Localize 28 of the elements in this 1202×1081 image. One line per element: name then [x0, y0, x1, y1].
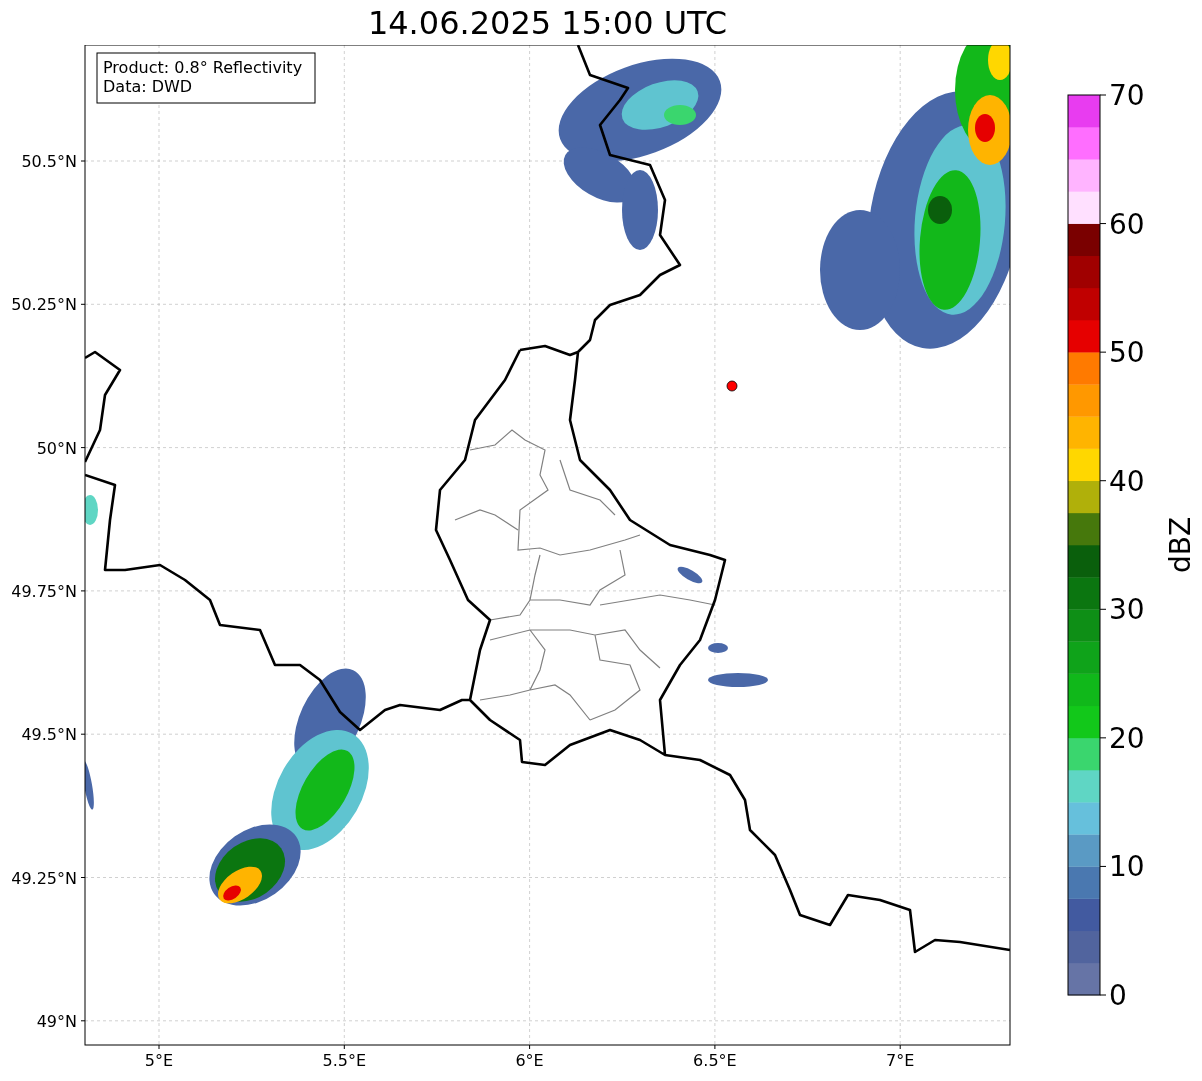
latitude-label: 49.5°N	[21, 725, 77, 745]
colorbar-tick-label: 0	[1109, 979, 1127, 1012]
colorbar-tick-label: 70	[1109, 79, 1145, 112]
latitude-label: 49°N	[36, 1011, 77, 1031]
colorbar-label: dBZ	[1164, 516, 1197, 574]
latitude-label: 50°N	[36, 438, 77, 458]
longitude-label: 7°E	[886, 1051, 915, 1070]
info-text: Product: 0.8° Reflectivity	[103, 58, 303, 77]
longitude-label: 6.5°E	[693, 1051, 737, 1070]
latitude-label: 49.75°N	[11, 581, 77, 601]
latitude-label: 49.25°N	[11, 868, 77, 888]
longitude-label: 5.5°E	[322, 1051, 367, 1070]
colorbar-tick-label: 50	[1109, 336, 1145, 370]
radar-echo-drawing	[677, 566, 703, 584]
colorbar-tick-label: 10	[1109, 850, 1145, 884]
longitude-label: 5°E	[144, 1051, 174, 1070]
colorbar-tick-label: 20	[1109, 721, 1145, 755]
colorbar-tick-label: 60	[1109, 207, 1145, 241]
colorbar-tick-label: 30	[1109, 593, 1145, 627]
latitude-label: 50.5°N	[21, 152, 77, 171]
radar-echo-drawing	[85, 495, 98, 525]
location-marker-icon	[726, 380, 738, 392]
info-text: Data: DWD	[103, 77, 193, 96]
chart-title: 14.06.2025 15:00 UTC	[366, 2, 729, 44]
latitude-label: 50.25°N	[11, 295, 77, 315]
longitude-label: 6°E	[515, 1051, 544, 1070]
radar-echo-drawing	[708, 643, 768, 687]
colorbar-tick-label: 40	[1109, 464, 1145, 498]
